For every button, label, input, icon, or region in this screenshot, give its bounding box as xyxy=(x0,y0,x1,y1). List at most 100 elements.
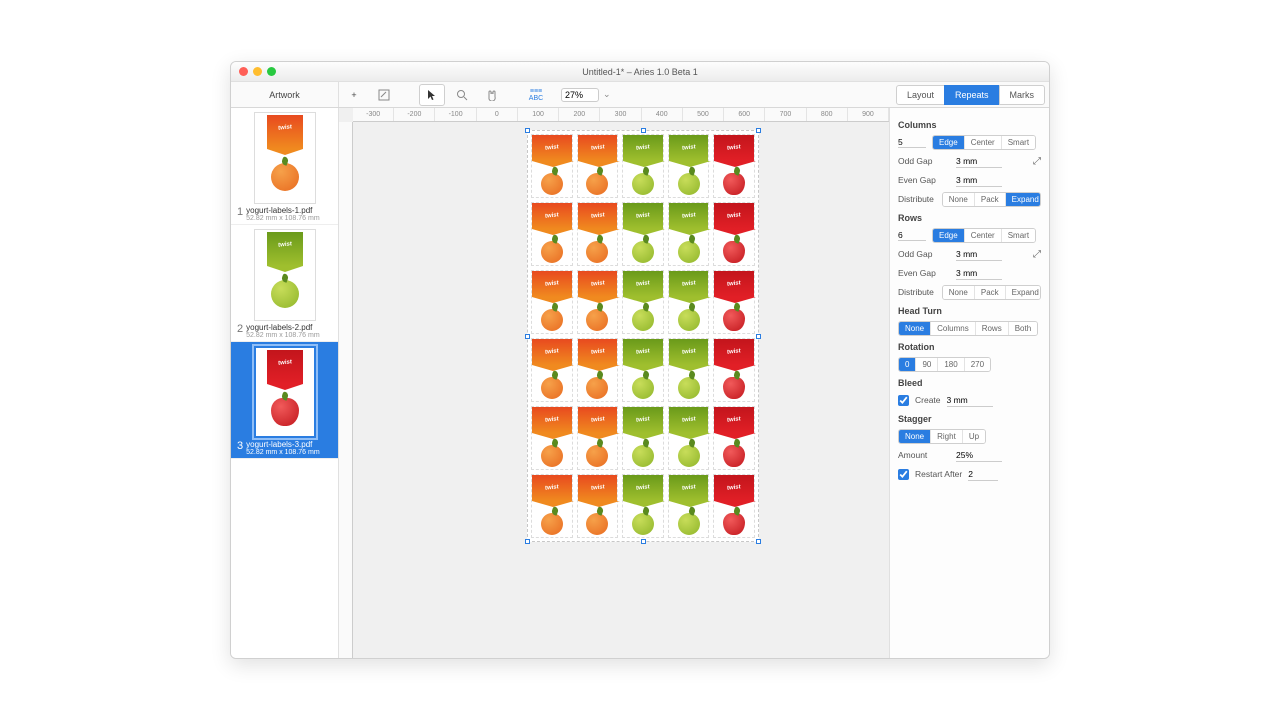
handle-icon[interactable] xyxy=(525,334,530,339)
label-cell[interactable]: twist xyxy=(622,338,664,402)
label-cell[interactable]: twist xyxy=(713,474,755,538)
link-icon[interactable]: ⤢ xyxy=(1033,156,1041,167)
label-cell[interactable]: twist xyxy=(713,134,755,198)
zoom-input[interactable] xyxy=(561,88,599,102)
stagger-amount-input[interactable] xyxy=(956,449,1002,462)
columns-mode-seg-opt[interactable]: Center xyxy=(965,136,1002,149)
label-cell[interactable]: twist xyxy=(713,270,755,334)
label-cell[interactable]: twist xyxy=(668,202,710,266)
zoom-icon[interactable] xyxy=(267,67,276,76)
headturn-seg-opt[interactable]: None xyxy=(899,322,931,335)
rows-mode-seg-opt[interactable]: Smart xyxy=(1002,229,1035,242)
stagger-seg-opt[interactable]: None xyxy=(899,430,931,443)
stagger-seg-opt[interactable]: Right xyxy=(931,430,963,443)
label-cell[interactable]: twist xyxy=(622,134,664,198)
label-banner: twist xyxy=(532,475,572,501)
label-cell[interactable]: twist xyxy=(577,338,619,402)
columns-mode-seg-opt[interactable]: Smart xyxy=(1002,136,1035,149)
tab-layout[interactable]: Layout xyxy=(896,85,945,105)
rows-dist-seg-opt[interactable]: Expand xyxy=(1006,286,1041,299)
label-cell[interactable]: twist xyxy=(531,338,573,402)
stagger-seg-opt[interactable]: Up xyxy=(963,430,985,443)
label-cell[interactable]: twist xyxy=(713,406,755,470)
columns-mode-seg-opt[interactable]: Edge xyxy=(933,136,965,149)
handle-icon[interactable] xyxy=(641,539,646,544)
label-cell[interactable]: twist xyxy=(622,406,664,470)
rotation-seg-opt[interactable]: 0 xyxy=(899,358,916,371)
label-cell[interactable]: twist xyxy=(622,474,664,538)
label-cell[interactable]: twist xyxy=(531,474,573,538)
tab-marks[interactable]: Marks xyxy=(999,85,1046,105)
handle-icon[interactable] xyxy=(756,539,761,544)
magnifier-tool-icon[interactable] xyxy=(449,84,475,106)
label-cell[interactable]: twist xyxy=(577,474,619,538)
label-cell[interactable]: twist xyxy=(713,202,755,266)
add-button[interactable]: + xyxy=(341,84,367,106)
fruit-icon xyxy=(586,173,608,195)
artwork-item[interactable]: twist 1 yogurt-labels-1.pdf 52.82 mm x 1… xyxy=(231,108,338,225)
stagger-restart-input[interactable] xyxy=(968,468,998,481)
handle-icon[interactable] xyxy=(525,539,530,544)
rows-dist-seg-opt[interactable]: Pack xyxy=(975,286,1006,299)
headturn-seg-opt[interactable]: Both xyxy=(1009,322,1037,335)
rotation-seg-opt[interactable]: 270 xyxy=(965,358,990,371)
headturn-seg-opt[interactable]: Columns xyxy=(931,322,976,335)
pointer-tool-icon[interactable] xyxy=(419,84,445,106)
label-cell[interactable]: twist xyxy=(531,202,573,266)
rows-mode-seg-opt[interactable]: Center xyxy=(965,229,1002,242)
columns-count-input[interactable] xyxy=(898,137,926,148)
artwork-item[interactable]: twist 2 yogurt-labels-2.pdf 52.82 mm x 1… xyxy=(231,225,338,342)
close-icon[interactable] xyxy=(239,67,248,76)
label-cell[interactable]: twist xyxy=(531,134,573,198)
label-cell[interactable]: twist xyxy=(531,270,573,334)
zoom-dropdown-icon[interactable]: ⌄ xyxy=(603,89,611,100)
fruit-icon xyxy=(678,309,700,331)
columns-dist-seg-opt[interactable]: None xyxy=(943,193,975,206)
bleed-title: Bleed xyxy=(898,378,1041,388)
columns-dist-seg-opt[interactable]: Expand xyxy=(1006,193,1041,206)
bleed-value-input[interactable] xyxy=(947,394,993,407)
link-icon[interactable]: ⤢ xyxy=(1033,249,1041,260)
columns-dist-seg-opt[interactable]: Pack xyxy=(975,193,1006,206)
columns-even-gap-input[interactable] xyxy=(956,174,1002,187)
rows-count-input[interactable] xyxy=(898,230,926,241)
edit-icon[interactable] xyxy=(371,84,397,106)
layout-sheet[interactable]: twisttwisttwisttwisttwisttwisttwisttwist… xyxy=(527,130,759,542)
bleed-create-checkbox[interactable] xyxy=(898,395,909,406)
artwork-item[interactable]: twist 3 yogurt-labels-3.pdf 52.82 mm x 1… xyxy=(231,342,338,459)
label-cell[interactable]: twist xyxy=(577,134,619,198)
body: twist 1 yogurt-labels-1.pdf 52.82 mm x 1… xyxy=(231,108,1049,658)
rotation-seg-opt[interactable]: 180 xyxy=(938,358,964,371)
label-cell[interactable]: twist xyxy=(577,406,619,470)
columns-odd-gap-input[interactable] xyxy=(956,155,1002,168)
label-cell[interactable]: twist xyxy=(668,338,710,402)
label-cell[interactable]: twist xyxy=(668,474,710,538)
label-cell[interactable]: twist xyxy=(531,406,573,470)
tab-repeats[interactable]: Repeats xyxy=(944,85,1000,105)
rows-odd-gap-input[interactable] xyxy=(956,248,1002,261)
label-cell[interactable]: twist xyxy=(713,338,755,402)
handle-icon[interactable] xyxy=(641,128,646,133)
handle-icon[interactable] xyxy=(525,128,530,133)
handle-icon[interactable] xyxy=(756,334,761,339)
rotation-seg-opt[interactable]: 90 xyxy=(916,358,938,371)
rows-dist-seg-opt[interactable]: None xyxy=(943,286,975,299)
label-cell[interactable]: twist xyxy=(668,406,710,470)
handle-icon[interactable] xyxy=(756,128,761,133)
label-cell[interactable]: twist xyxy=(622,202,664,266)
label-cell[interactable]: twist xyxy=(622,270,664,334)
headturn-seg-opt[interactable]: Rows xyxy=(976,322,1009,335)
hand-tool-icon[interactable] xyxy=(479,84,505,106)
stagger-restart-checkbox[interactable] xyxy=(898,469,909,480)
canvas[interactable]: -300-200-1000100200300400500600700800900… xyxy=(339,108,889,658)
label-cell[interactable]: twist xyxy=(577,202,619,266)
minimize-icon[interactable] xyxy=(253,67,262,76)
label-cell[interactable]: twist xyxy=(577,270,619,334)
fruit-icon xyxy=(271,280,299,308)
rows-mode-seg-opt[interactable]: Edge xyxy=(933,229,965,242)
fruit-icon xyxy=(271,163,299,191)
label-cell[interactable]: twist xyxy=(668,270,710,334)
label-cell[interactable]: twist xyxy=(668,134,710,198)
abc-view-icon[interactable]: ≡≡≡ABC xyxy=(523,84,549,106)
rows-even-gap-input[interactable] xyxy=(956,267,1002,280)
